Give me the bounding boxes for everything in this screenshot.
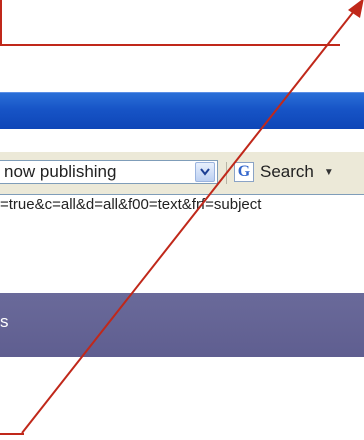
search-combo[interactable]: now publishing bbox=[0, 160, 218, 184]
address-bar[interactable]: =true&c=all&d=all&f00=text&frf=subject bbox=[0, 194, 364, 216]
page-content-area bbox=[0, 215, 364, 293]
page-banner: s bbox=[0, 293, 364, 357]
window-title-bar bbox=[0, 92, 364, 129]
annotation-bottom-line bbox=[0, 433, 24, 435]
dropdown-arrow-icon[interactable] bbox=[195, 162, 215, 182]
search-button[interactable]: G Search ▼ bbox=[234, 160, 334, 184]
annotation-box-left-edge bbox=[0, 0, 2, 46]
page-content-lower bbox=[0, 357, 364, 440]
search-input[interactable]: now publishing bbox=[0, 162, 195, 182]
browser-toolbar: now publishing G Search ▼ =true&c=all&d=… bbox=[0, 152, 364, 216]
chevron-down-icon[interactable]: ▼ bbox=[324, 167, 334, 178]
banner-text: s bbox=[0, 312, 9, 331]
google-logo-icon: G bbox=[234, 162, 254, 182]
toolbar-separator bbox=[226, 162, 227, 184]
arrow-head-icon bbox=[348, 0, 364, 18]
search-button-label: Search bbox=[260, 162, 314, 181]
annotation-box-bottom-edge bbox=[0, 44, 340, 46]
